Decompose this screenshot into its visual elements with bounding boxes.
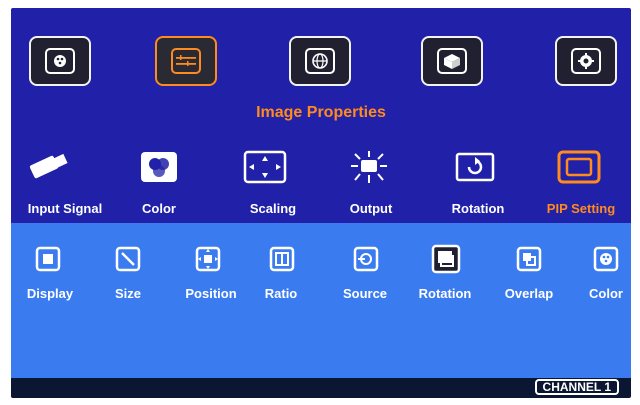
mid-menu-label-rotation[interactable]: Rotation bbox=[437, 201, 519, 216]
low-menu-label-display[interactable]: Display bbox=[18, 286, 82, 301]
rotation-icon[interactable] bbox=[431, 244, 461, 274]
mid-menu-label-input-signal[interactable]: Input Signal bbox=[17, 201, 113, 216]
overlap-icon[interactable] bbox=[516, 246, 542, 272]
mid-menu-label-output[interactable]: Output bbox=[337, 201, 405, 216]
usb-icon[interactable] bbox=[26, 150, 70, 184]
low-menu-label-size[interactable]: Size bbox=[108, 286, 148, 301]
display-icon[interactable] bbox=[35, 246, 61, 272]
low-menu-label-position[interactable]: Position bbox=[177, 286, 245, 301]
mid-menu-label-color[interactable]: Color bbox=[131, 201, 187, 216]
mid-menu-label-pip-setting[interactable]: PIP Setting bbox=[533, 201, 629, 216]
top-menu-item-palette[interactable] bbox=[29, 36, 91, 86]
page-title: Image Properties bbox=[256, 104, 386, 121]
top-menu-item-image-properties[interactable] bbox=[155, 36, 217, 86]
globe-icon bbox=[305, 48, 335, 74]
low-menu-label-source[interactable]: Source bbox=[337, 286, 393, 301]
ratio-icon[interactable] bbox=[269, 246, 295, 272]
channel-badge: CHANNEL 1 bbox=[534, 379, 619, 395]
output-icon[interactable] bbox=[347, 150, 391, 184]
top-menu-item-3d[interactable] bbox=[421, 36, 483, 86]
osd-screen: Image Properties Input Signal Color Scal… bbox=[11, 8, 631, 398]
low-menu-label-overlap[interactable]: Overlap bbox=[493, 286, 565, 301]
rotation-icon[interactable] bbox=[453, 150, 497, 184]
low-menu-label-color[interactable]: Color bbox=[583, 286, 629, 301]
color-icon[interactable] bbox=[593, 246, 619, 272]
position-icon[interactable] bbox=[195, 246, 221, 272]
low-menu-label-ratio[interactable]: Ratio bbox=[256, 286, 306, 301]
3d-icon bbox=[437, 48, 467, 74]
pip-icon[interactable] bbox=[557, 150, 601, 184]
image-properties-icon bbox=[171, 48, 201, 74]
scaling-icon[interactable] bbox=[243, 150, 287, 184]
top-menu-item-settings[interactable] bbox=[555, 36, 617, 86]
rgb-icon[interactable] bbox=[137, 150, 181, 184]
palette-icon bbox=[45, 48, 75, 74]
top-panel: Image Properties Input Signal Color Scal… bbox=[11, 8, 631, 223]
size-icon[interactable] bbox=[115, 246, 141, 272]
low-menu-label-rotation[interactable]: Rotation bbox=[409, 286, 481, 301]
source-icon[interactable] bbox=[353, 246, 379, 272]
gear-icon bbox=[571, 48, 601, 74]
top-menu-item-globe[interactable] bbox=[289, 36, 351, 86]
mid-menu-label-scaling[interactable]: Scaling bbox=[237, 201, 309, 216]
